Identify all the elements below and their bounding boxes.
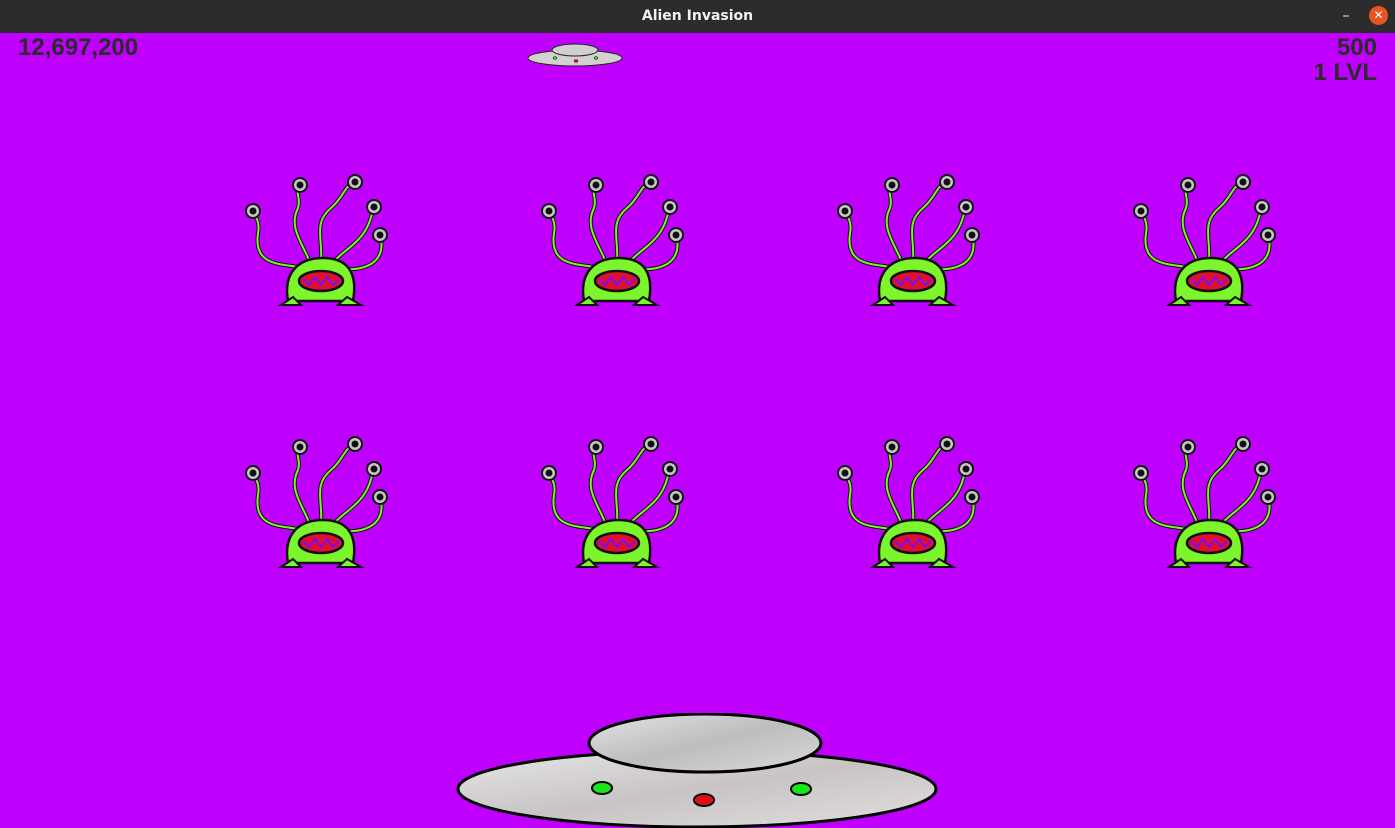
score-display: 12,697,200 [18,34,139,61]
window-titlebar[interactable]: Alien Invasion – ✕ [0,0,1395,33]
alien-icon [243,173,393,308]
life-ship-icon [527,43,623,67]
alien-icon [539,435,689,570]
minimize-icon[interactable]: – [1336,5,1356,27]
alien-icon [1131,435,1281,570]
player-ship [456,713,938,828]
game-canvas[interactable]: 12,697,200 500 1 LVL [0,33,1395,828]
high-score-display: 500 [1336,34,1377,61]
alien-icon [243,435,393,570]
alien-icon [835,435,985,570]
close-icon[interactable]: ✕ [1369,6,1388,25]
alien-icon [539,173,689,308]
level-display: 1 LVL [1313,59,1377,86]
window-title: Alien Invasion [641,8,754,24]
alien-icon [835,173,985,308]
alien-icon [1131,173,1281,308]
